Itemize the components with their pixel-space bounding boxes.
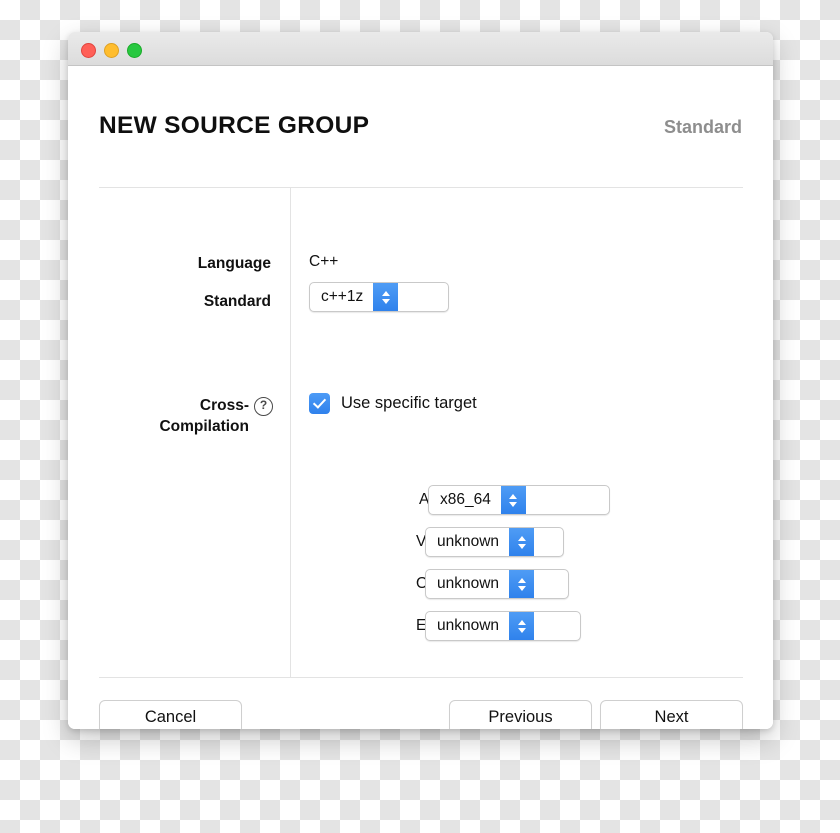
environment-stepper[interactable] — [509, 612, 535, 640]
standard-select-value: c++1z — [321, 288, 364, 305]
standard-select-wrap: c++1z — [309, 282, 449, 312]
dialog-body: NEW SOURCE GROUP Standard Language C++ S… — [68, 66, 773, 729]
standard-row-label: Standard — [203, 293, 271, 310]
architecture-select[interactable]: x86_64 — [428, 485, 610, 515]
chevron-up-icon — [517, 619, 526, 625]
column-divider — [290, 188, 291, 677]
zoom-button[interactable] — [127, 43, 142, 58]
chevron-down-icon — [509, 501, 518, 507]
chevron-down-icon — [517, 627, 526, 633]
os-stepper[interactable] — [509, 570, 535, 598]
header-divider — [99, 187, 743, 188]
cancel-button[interactable]: Cancel — [99, 700, 242, 729]
architecture-row: Architecture: x86_64 — [419, 485, 610, 515]
next-button[interactable]: Next — [600, 700, 743, 729]
environment-row: Environment: unknown — [416, 611, 581, 641]
dialog-window: NEW SOURCE GROUP Standard Language C++ S… — [68, 32, 773, 729]
chevron-up-icon — [517, 535, 526, 541]
dialog-header: NEW SOURCE GROUP Standard — [99, 112, 742, 140]
use-specific-target-row[interactable]: Use specific target — [309, 393, 477, 414]
cross-compilation-label-line1: Cross- — [199, 397, 249, 414]
os-row: OS: unknown — [416, 569, 569, 599]
vendor-stepper[interactable] — [509, 528, 535, 556]
os-value: unknown — [437, 575, 500, 592]
footer-divider — [99, 677, 743, 678]
mode-label: Standard — [663, 117, 742, 137]
window-titlebar — [68, 32, 773, 66]
help-icon[interactable]: ? — [254, 397, 273, 416]
traffic-lights — [81, 43, 142, 58]
vendor-select[interactable]: unknown — [425, 527, 564, 557]
environment-value: unknown — [437, 617, 500, 634]
chevron-up-icon — [509, 493, 518, 499]
use-specific-target-checkbox[interactable] — [309, 393, 330, 414]
close-button[interactable] — [81, 43, 96, 58]
architecture-value: x86_64 — [440, 491, 491, 508]
page-title: NEW SOURCE GROUP — [99, 112, 370, 139]
vendor-value: unknown — [437, 533, 500, 550]
minimize-button[interactable] — [104, 43, 119, 58]
vendor-row: Vendor: unknown — [416, 527, 564, 557]
chevron-down-icon — [517, 543, 526, 549]
chevron-up-icon — [517, 577, 526, 583]
chevron-down-icon — [381, 298, 390, 304]
language-value: C++ — [309, 253, 339, 270]
architecture-stepper[interactable] — [500, 486, 526, 514]
standard-select[interactable]: c++1z — [309, 282, 449, 312]
cross-compilation-label: Cross- Compilation — [99, 395, 249, 438]
chevron-down-icon — [517, 585, 526, 591]
standard-stepper[interactable] — [373, 283, 399, 311]
chevron-up-icon — [381, 290, 390, 296]
os-select[interactable]: unknown — [425, 569, 569, 599]
cross-compilation-label-line2: Compilation — [159, 418, 249, 436]
language-row-label: Language — [197, 255, 271, 272]
environment-select[interactable]: unknown — [425, 611, 581, 641]
previous-button[interactable]: Previous — [449, 700, 592, 729]
use-specific-target-label: Use specific target — [341, 394, 477, 412]
